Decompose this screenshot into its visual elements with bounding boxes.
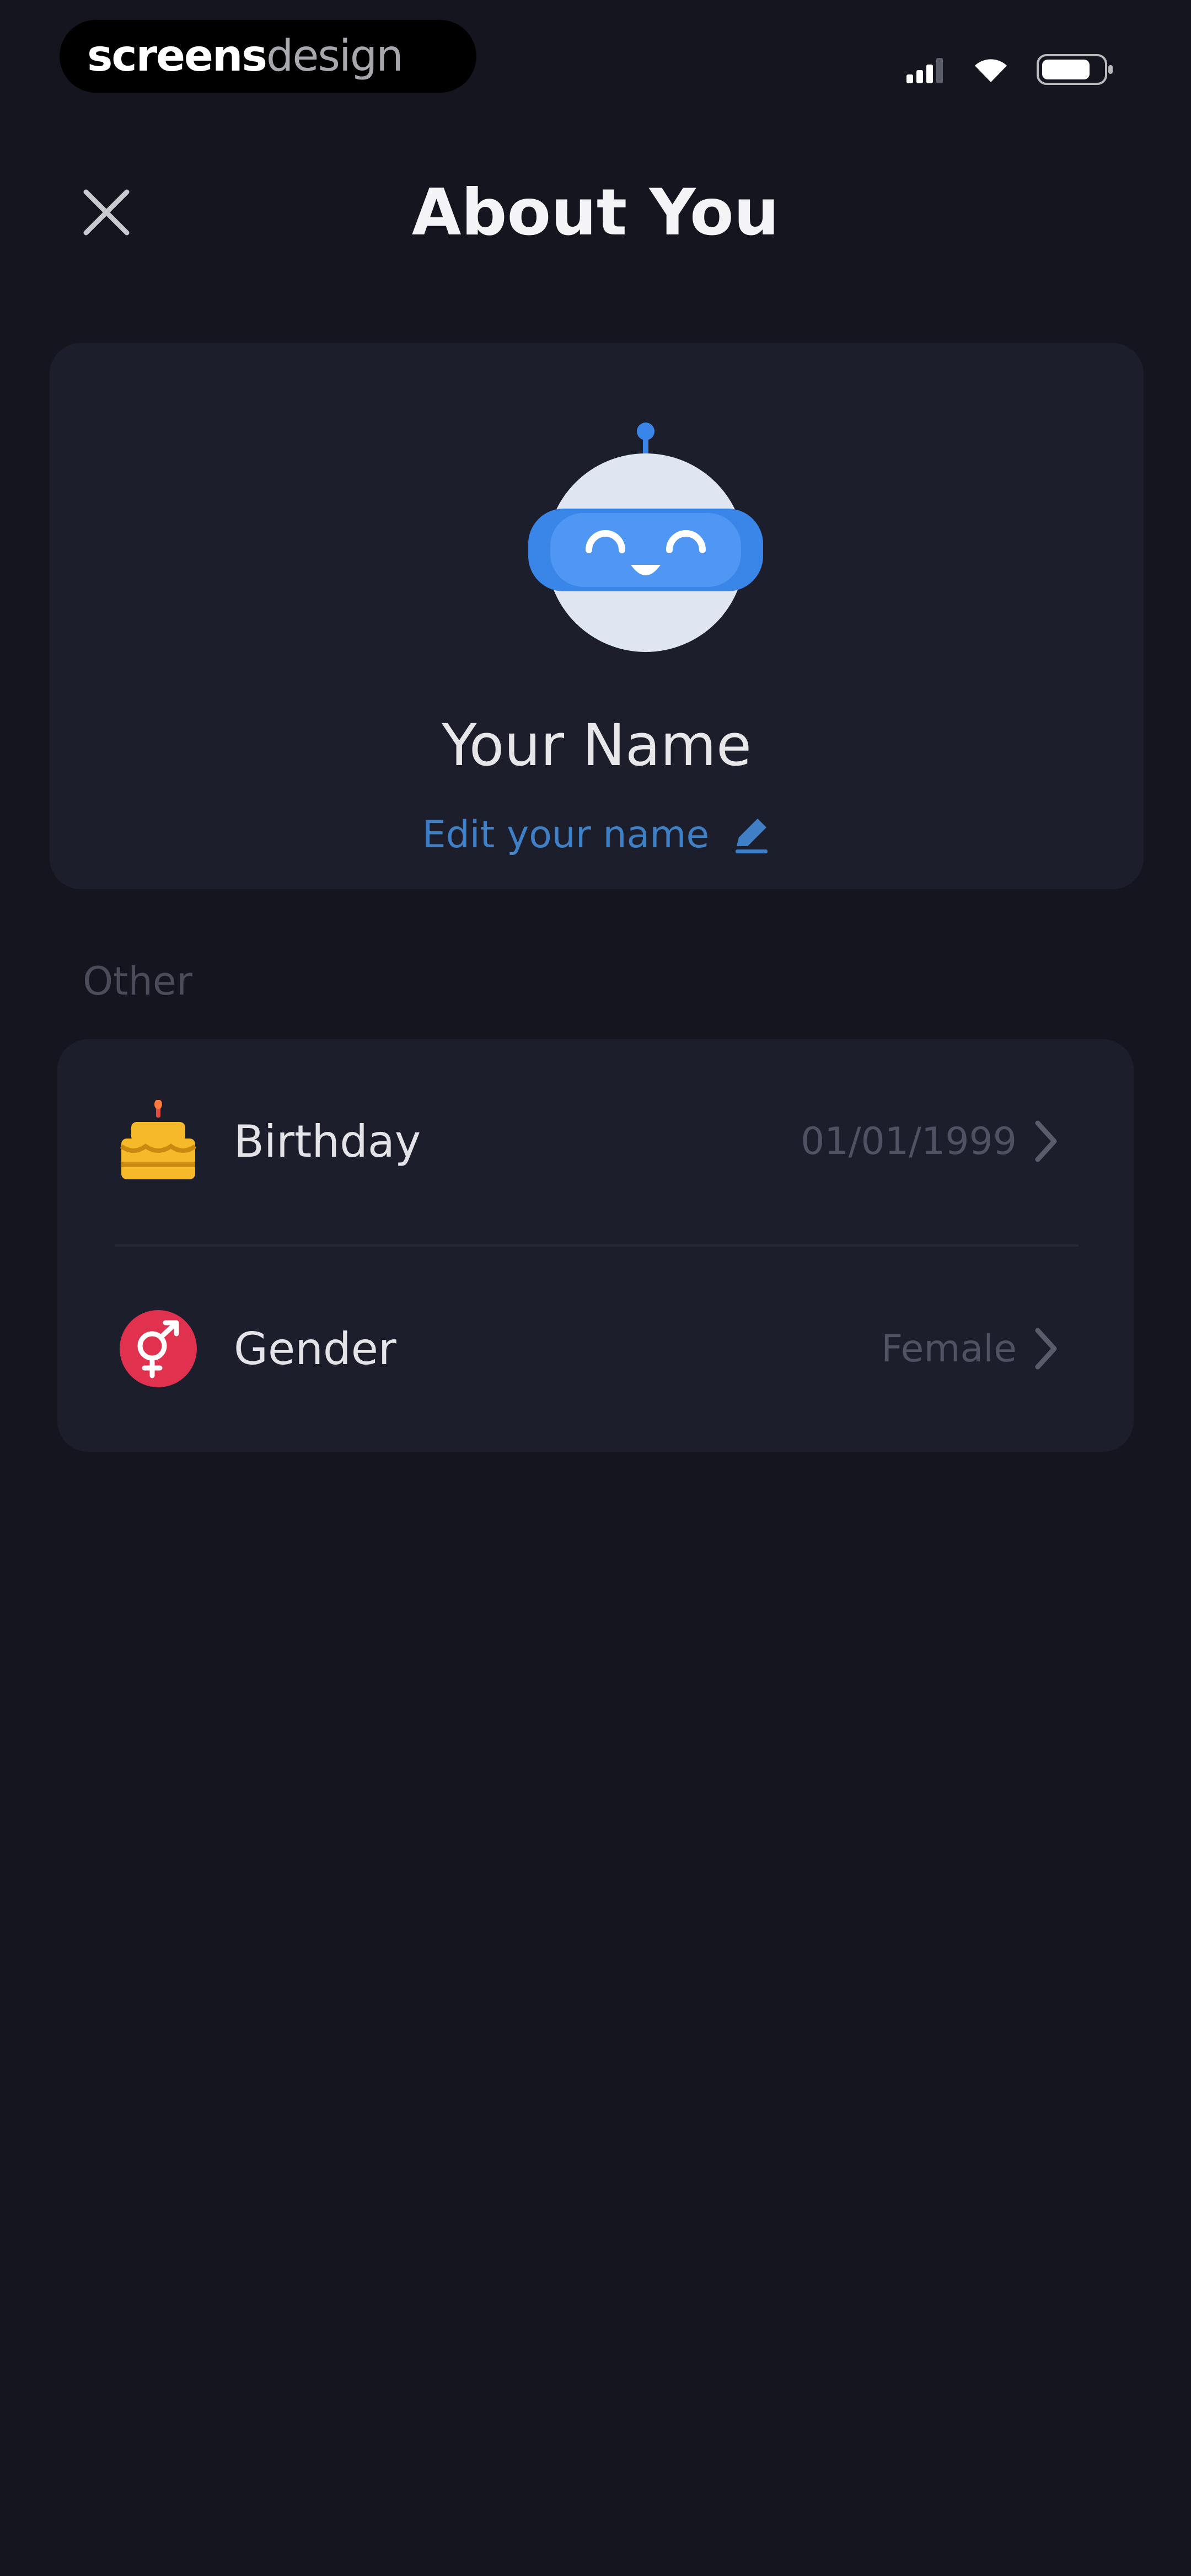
gender-row[interactable]: Gender Female	[57, 1247, 1134, 1451]
pencil-icon	[736, 818, 768, 853]
chevron-right-icon	[1035, 1328, 1057, 1370]
birthday-cake-icon	[117, 1100, 200, 1183]
chevron-right-icon	[1035, 1120, 1057, 1162]
brand-watermark: screens design	[60, 20, 476, 93]
profile-card: Your Name Edit your name	[50, 343, 1144, 889]
brand-text-secondary: design	[266, 31, 404, 81]
signal-icon	[906, 58, 943, 83]
birthday-label: Birthday	[234, 1115, 421, 1167]
gender-label: Gender	[234, 1323, 396, 1375]
gender-value: Female	[881, 1327, 1017, 1371]
other-settings-card: Birthday 01/01/1999 Gender Female	[57, 1039, 1134, 1452]
about-you-screen: screens design About You Your Name Edit …	[0, 0, 1191, 2576]
gender-icon	[117, 1307, 200, 1390]
robot-avatar[interactable]	[523, 420, 769, 652]
status-icons	[906, 47, 1114, 92]
birthday-value: 01/01/1999	[801, 1119, 1017, 1163]
profile-name: Your Name	[442, 712, 752, 779]
section-label-other: Other	[83, 959, 192, 1004]
birthday-row[interactable]: Birthday 01/01/1999	[57, 1039, 1134, 1243]
page-title: About You	[411, 175, 780, 250]
edit-name-label: Edit your name	[422, 813, 710, 857]
wifi-icon	[975, 59, 1007, 82]
battery-icon	[1037, 54, 1113, 85]
edit-name-link[interactable]: Edit your name	[50, 813, 1144, 857]
brand-text-primary: screens	[87, 31, 267, 81]
